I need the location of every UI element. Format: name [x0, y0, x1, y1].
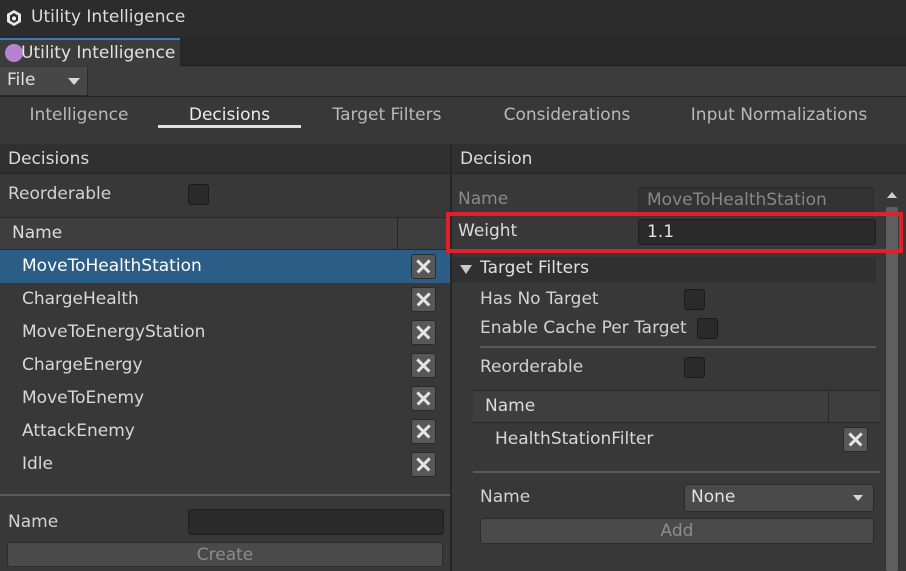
filter-select-value: None — [691, 487, 736, 507]
menubar: File — [0, 67, 906, 97]
decision-name-field: MoveToHealthStation — [638, 187, 874, 213]
reorderable-label: Reorderable — [8, 184, 112, 204]
create-button[interactable]: Create — [7, 542, 443, 567]
filter-select-dropdown[interactable]: None — [684, 484, 874, 512]
window-titlebar: Utility Intelligence — [0, 0, 906, 36]
list-item[interactable]: HealthStationFilter — [473, 423, 880, 456]
editor-tab-label: Utility Intelligence — [21, 43, 176, 63]
add-filter-name-label: Name — [480, 487, 531, 507]
panel-title: Decision — [460, 149, 533, 169]
remove-filter-button[interactable] — [843, 427, 868, 452]
decision-name: MoveToEnergyStation — [22, 322, 206, 342]
decisions-panel-header: Decisions — [0, 144, 450, 174]
has-no-target-checkbox[interactable] — [684, 289, 705, 310]
decision-name: ChargeEnergy — [22, 355, 143, 375]
decision-name: MoveToHealthStation — [22, 256, 202, 276]
tab-intelligence[interactable]: Intelligence — [0, 97, 158, 144]
tab-decisions[interactable]: Decisions — [158, 97, 301, 144]
new-decision-name-input[interactable] — [188, 509, 444, 535]
decisions-list-header: Name — [0, 217, 450, 250]
column-separator — [828, 391, 829, 422]
tab-considerations[interactable]: Considerations — [473, 97, 661, 144]
decision-name-label: Name — [458, 189, 509, 209]
remove-decision-button[interactable] — [411, 419, 436, 444]
divider — [0, 494, 450, 496]
chevron-down-icon — [853, 495, 863, 501]
unity-cube-icon — [7, 10, 21, 26]
list-item[interactable]: ChargeHealth — [0, 283, 450, 316]
decision-name: AttackEnemy — [22, 421, 135, 441]
section-tabs: Intelligence Decisions Target Filters Co… — [0, 97, 906, 144]
decision-panel-header: Decision — [452, 144, 906, 174]
has-no-target-label: Has No Target — [480, 289, 599, 309]
scrollbar-thumb[interactable] — [886, 207, 898, 571]
column-header-name: Name — [485, 396, 536, 416]
decision-inspector-panel: Decision Name MoveToHealthStation Weight… — [452, 144, 906, 571]
remove-decision-button[interactable] — [411, 320, 436, 345]
window-title: Utility Intelligence — [31, 7, 186, 27]
target-filters-foldout[interactable]: Target Filters — [452, 257, 876, 282]
target-filters-title: Target Filters — [480, 258, 589, 278]
enable-cache-checkbox[interactable] — [697, 318, 718, 339]
foldout-expanded-icon — [460, 265, 472, 274]
list-item[interactable]: ChargeEnergy — [0, 349, 450, 382]
remove-decision-button[interactable] — [411, 287, 436, 312]
remove-decision-button[interactable] — [411, 386, 436, 411]
chevron-down-icon — [68, 78, 80, 85]
reorderable-checkbox[interactable] — [188, 184, 209, 205]
remove-decision-button[interactable] — [411, 254, 436, 279]
weight-input[interactable]: 1.1 — [638, 219, 876, 245]
editor-tab-utility-intelligence[interactable]: Utility Intelligence — [0, 38, 180, 66]
remove-decision-button[interactable] — [411, 353, 436, 378]
list-item[interactable]: Idle — [0, 448, 450, 481]
column-separator — [397, 218, 398, 249]
add-filter-button[interactable]: Add — [480, 518, 874, 544]
decisions-panel: Decisions Reorderable Name MoveToHealthS… — [0, 144, 450, 571]
panel-title: Decisions — [8, 149, 90, 169]
divider — [473, 471, 880, 473]
editor-tab-strip: Utility Intelligence — [0, 36, 906, 66]
filter-name: HealthStationFilter — [495, 429, 654, 449]
tab-target-filters[interactable]: Target Filters — [301, 97, 473, 144]
list-item[interactable]: AttackEnemy — [0, 415, 450, 448]
list-item[interactable]: MoveToEnemy — [0, 382, 450, 415]
remove-decision-button[interactable] — [411, 452, 436, 477]
column-header-name: Name — [12, 223, 63, 243]
weight-label: Weight — [458, 221, 518, 241]
list-item[interactable]: MoveToEnergyStation — [0, 316, 450, 349]
filters-reorderable-label: Reorderable — [480, 357, 584, 377]
decision-name: ChargeHealth — [22, 289, 139, 309]
divider — [480, 346, 876, 348]
file-menu-label: File — [7, 70, 36, 90]
list-item[interactable]: MoveToHealthStation — [0, 250, 450, 283]
enable-cache-label: Enable Cache Per Target — [480, 318, 687, 338]
filters-list-header: Name — [473, 390, 880, 423]
scroll-up-icon[interactable] — [887, 192, 897, 198]
filters-reorderable-checkbox[interactable] — [684, 357, 705, 378]
file-menu-dropdown[interactable]: File — [0, 67, 88, 96]
decision-name: MoveToEnemy — [22, 388, 145, 408]
tab-input-normalizations[interactable]: Input Normalizations — [661, 97, 897, 144]
decision-name: Idle — [22, 454, 53, 474]
new-decision-name-label: Name — [8, 512, 59, 532]
inspector-scrollbar[interactable] — [884, 184, 900, 571]
